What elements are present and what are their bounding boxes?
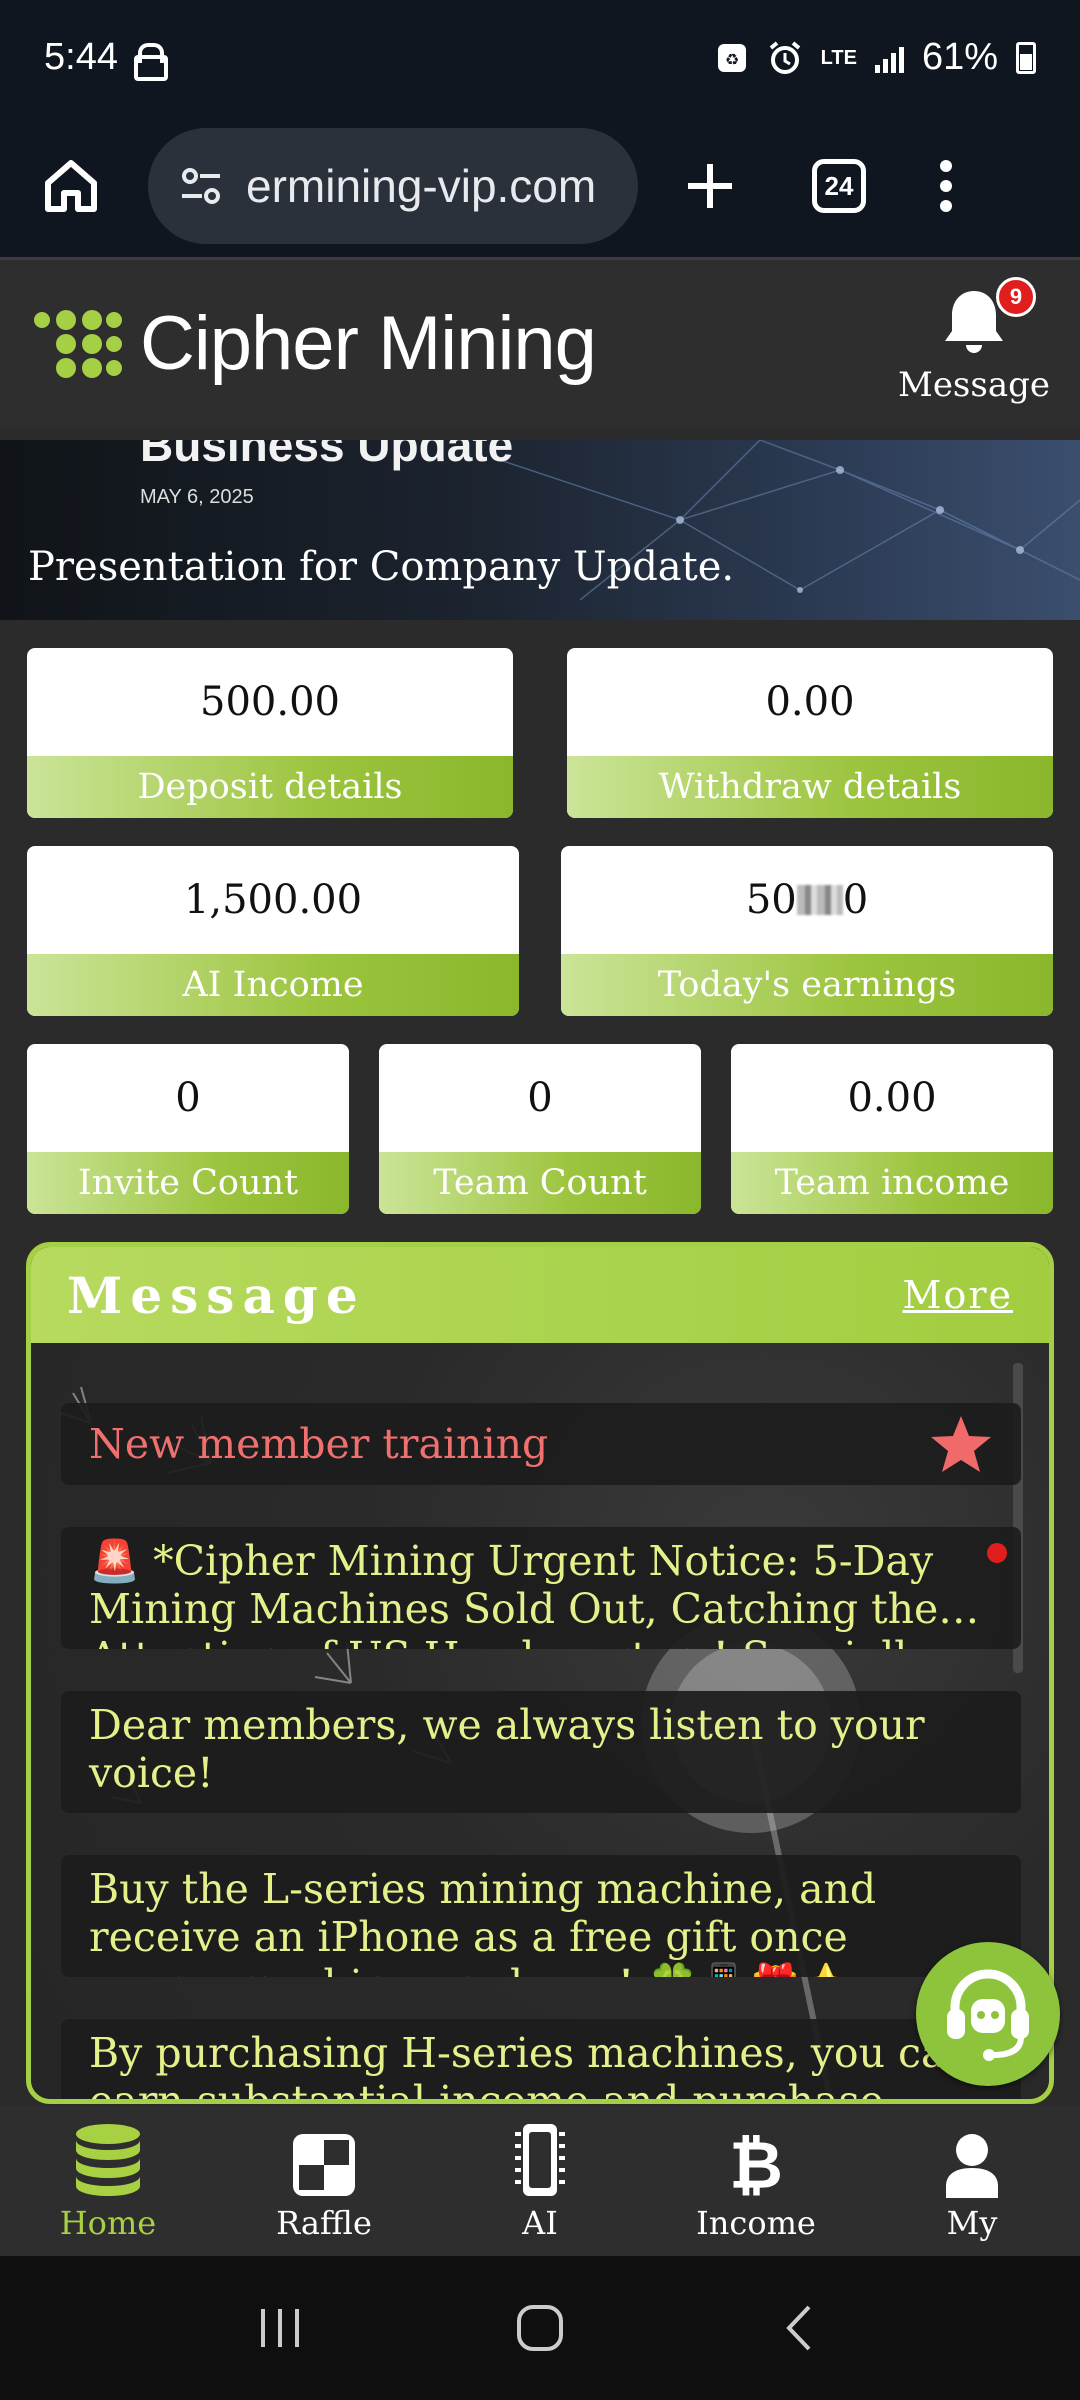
- tab-switcher-button[interactable]: 24: [812, 159, 866, 213]
- withdraw-value: 0.00: [765, 679, 855, 725]
- message-panel-header: Message More: [31, 1247, 1049, 1343]
- lock-icon: [133, 42, 168, 81]
- deposit-card[interactable]: 500.00 Deposit details: [27, 648, 513, 818]
- nav-income[interactable]: ₿ Income: [648, 2106, 864, 2256]
- news-banner[interactable]: Business Update MAY 6, 2025 Presentation…: [0, 440, 1080, 620]
- message-list[interactable]: New member training 🚨 *Cipher Mining Urg…: [31, 1343, 1049, 2104]
- team-income-card[interactable]: 0.00 Team income: [731, 1044, 1053, 1214]
- earnings-suffix: 0: [842, 877, 869, 923]
- invite-count-card[interactable]: 0 Invite Count: [27, 1044, 349, 1214]
- todays-earnings-value: 50 0: [561, 846, 1053, 954]
- message-badge: 9: [996, 276, 1036, 317]
- team-income-label: Team income: [731, 1152, 1053, 1214]
- ai-income-card[interactable]: 1,500.00 AI Income: [27, 846, 519, 1016]
- home-icon[interactable]: [36, 151, 106, 221]
- team-count-value: 0: [527, 1075, 553, 1121]
- status-time-group: 5:44: [44, 36, 168, 81]
- chip-icon: [515, 2124, 565, 2196]
- svg-text:♻: ♻: [724, 50, 738, 69]
- ai-income-value: 1,500.00: [183, 877, 363, 923]
- todays-earnings-label: Today's earnings: [561, 954, 1053, 1016]
- unread-dot: [987, 1543, 1007, 1563]
- user-icon: [946, 2134, 998, 2198]
- nav-income-label: Income: [696, 2204, 816, 2242]
- banner-title: Business Update: [140, 440, 514, 471]
- ai-income-label: AI Income: [27, 954, 519, 1016]
- message-label: Message: [898, 364, 1050, 405]
- url-text: ermining-vip.com: [246, 160, 597, 212]
- svg-text:₿: ₿: [729, 2128, 783, 2198]
- list-item-text: By purchasing H-series machines, you can…: [89, 2029, 972, 2104]
- nav-ai-label: AI: [522, 2204, 558, 2242]
- withdraw-card[interactable]: 0.00 Withdraw details: [567, 648, 1053, 818]
- invite-count-label: Invite Count: [27, 1152, 349, 1214]
- earnings-prefix: 50: [745, 877, 797, 923]
- message-button[interactable]: 9 Message: [898, 276, 1050, 405]
- recent-apps-icon[interactable]: [255, 2303, 305, 2353]
- nav-raffle-label: Raffle: [276, 2204, 372, 2242]
- banner-caption: Presentation for Company Update.: [28, 544, 735, 590]
- alarm-icon: [769, 40, 800, 74]
- star-icon: [931, 1416, 991, 1472]
- database-icon: [76, 2124, 140, 2196]
- message-panel-title: Message: [67, 1265, 366, 1325]
- battery-percent: 61%: [921, 36, 998, 78]
- nav-my-label: My: [946, 2204, 998, 2242]
- deposit-label: Deposit details: [27, 756, 513, 818]
- browser-toolbar: ermining-vip.com 24: [0, 115, 1080, 257]
- signal-icon: [874, 43, 904, 73]
- bitcoin-icon: ₿: [729, 2128, 783, 2198]
- team-count-card[interactable]: 0 Team Count: [379, 1044, 701, 1214]
- data-saver-icon: ♻: [717, 43, 746, 72]
- deposit-value: 500.00: [200, 679, 340, 725]
- invite-count-value: 0: [175, 1075, 201, 1121]
- list-item[interactable]: Buy the L-series mining machine, and rec…: [61, 1855, 1021, 1977]
- status-bar: 5:44 ♻ LTE 61%: [0, 0, 1080, 115]
- list-item[interactable]: Dear members, we always listen to your v…: [61, 1691, 1021, 1813]
- cipher-mining-logo-icon[interactable]: [30, 306, 122, 382]
- list-item-text: New member training: [89, 1420, 549, 1468]
- raffle-board-icon: [293, 2134, 355, 2196]
- new-tab-icon[interactable]: [680, 156, 740, 216]
- bottom-navigation: Home Raffle AI ₿ Income My: [0, 2106, 1080, 2256]
- banner-date: MAY 6, 2025: [140, 486, 254, 508]
- list-item[interactable]: 🚨 *Cipher Mining Urgent Notice: 5-Day Mi…: [61, 1527, 1021, 1649]
- redacted-digits: [796, 885, 843, 915]
- status-time: 5:44: [44, 36, 118, 78]
- network-type: LTE: [820, 46, 857, 69]
- battery-icon: [1016, 41, 1036, 74]
- headset-icon: [947, 1969, 1029, 2061]
- system-navigation-bar: [0, 2256, 1080, 2400]
- list-item[interactable]: New member training: [61, 1403, 1021, 1485]
- withdraw-label: Withdraw details: [567, 756, 1053, 818]
- nav-home-label: Home: [59, 2204, 157, 2242]
- list-item-text: Buy the L-series mining machine, and rec…: [89, 1865, 877, 1977]
- more-link[interactable]: More: [903, 1273, 1013, 1317]
- list-item[interactable]: By purchasing H-series machines, you can…: [61, 2019, 1021, 2104]
- list-item-text: Dear members, we always listen to your v…: [89, 1701, 925, 1797]
- nav-raffle[interactable]: Raffle: [216, 2106, 432, 2256]
- brand-name: Cipher Mining: [140, 301, 597, 386]
- list-item-text: 🚨 *Cipher Mining Urgent Notice: 5-Day Mi…: [89, 1537, 980, 1649]
- back-icon[interactable]: [775, 2303, 825, 2353]
- nav-ai[interactable]: AI: [432, 2106, 648, 2256]
- site-settings-icon[interactable]: [176, 161, 226, 211]
- address-bar[interactable]: ermining-vip.com: [148, 128, 638, 244]
- customer-support-button[interactable]: [916, 1942, 1060, 2086]
- nav-home[interactable]: Home: [0, 2106, 216, 2256]
- todays-earnings-card[interactable]: 50 0 Today's earnings: [561, 846, 1053, 1016]
- more-options-icon[interactable]: [936, 156, 956, 216]
- team-count-label: Team Count: [379, 1152, 701, 1214]
- message-panel: Message More New member training 🚨 *Ciph…: [26, 1242, 1054, 2104]
- nav-my[interactable]: My: [864, 2106, 1080, 2256]
- status-indicators: ♻ LTE 61%: [715, 36, 1036, 79]
- home-button-icon[interactable]: [515, 2303, 565, 2353]
- team-income-value: 0.00: [847, 1075, 937, 1121]
- site-header: Cipher Mining 9 Message: [0, 257, 1080, 427]
